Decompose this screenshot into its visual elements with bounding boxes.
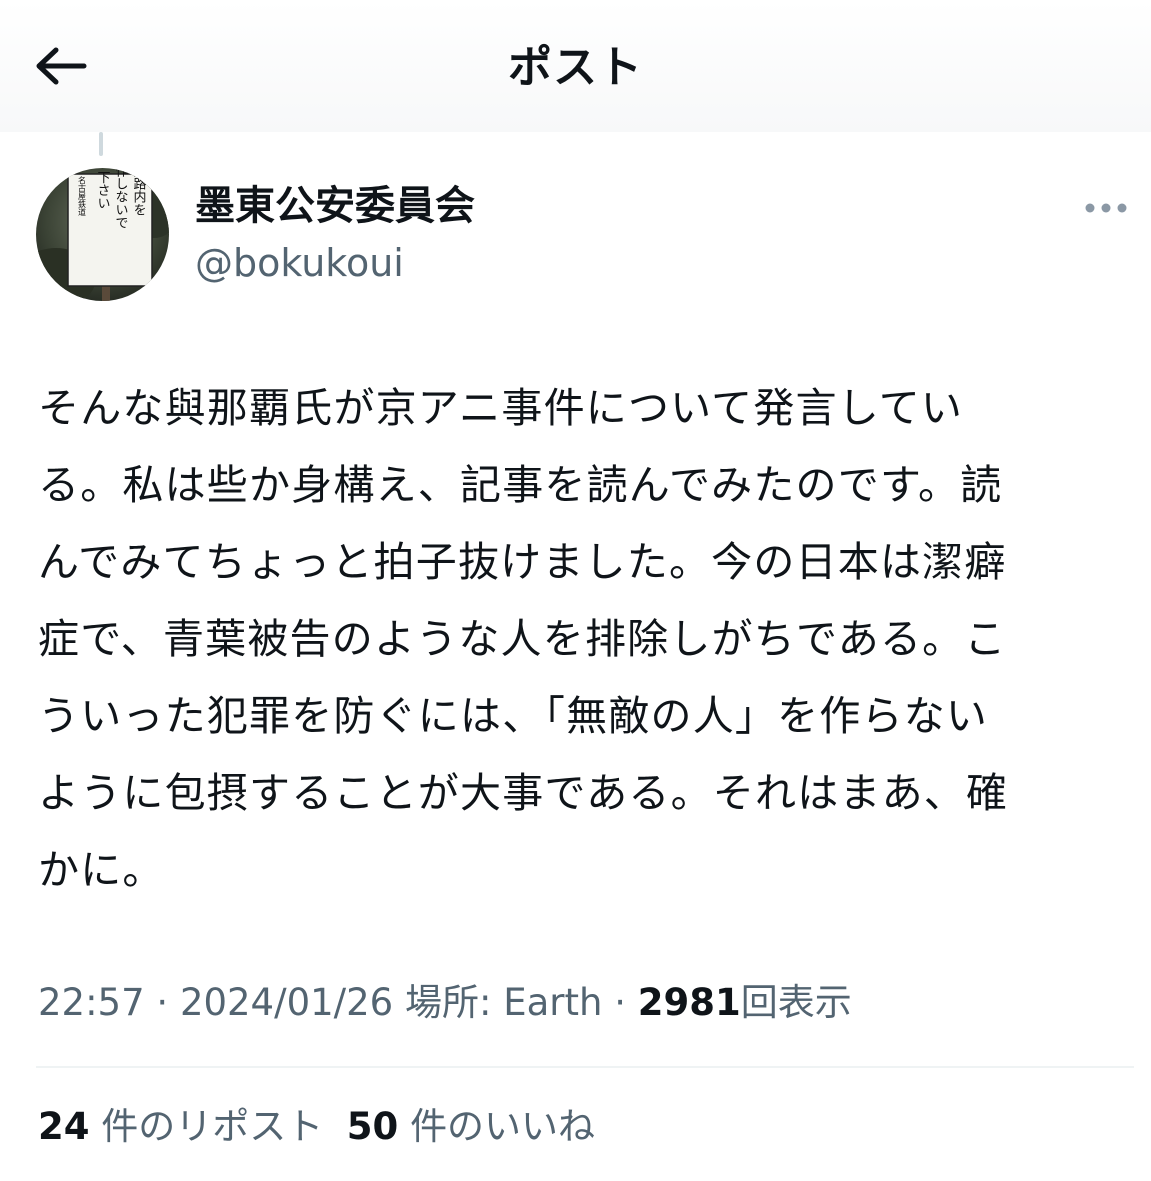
tweet-text-line: そんな與那覇氏が京アニ事件について発言してい <box>38 384 964 432</box>
tweet-time[interactable]: 22:57 <box>38 981 145 1024</box>
likes-count: 50 <box>346 1105 399 1148</box>
page-title: ポスト <box>508 42 643 93</box>
likes-label: 件のいいね <box>410 1105 596 1148</box>
reposts-count: 24 <box>38 1105 90 1148</box>
author-name[interactable]: 墨東公安委員会 <box>195 178 475 234</box>
tweet-text-line: ように包摂することが大事である。それはまあ、確 <box>38 769 1009 817</box>
more-options-button[interactable] <box>1078 188 1134 228</box>
avatar-sign-text-1: 線路内を <box>131 168 147 216</box>
views-label[interactable]: 回表示 <box>741 981 852 1024</box>
avatar-sign-footer: 名古屋鉄道 <box>78 175 87 217</box>
author-handle[interactable]: @bokukoui <box>195 236 404 290</box>
tweet-meta: 22:57 · 2024/01/26 場所: Earth · 2981回表示 <box>38 976 852 1030</box>
thread-connector-line <box>99 132 103 156</box>
avatar-sign-text-2: 耕作しないで <box>113 168 129 229</box>
tweet-date[interactable]: 2024/01/26 <box>180 981 393 1024</box>
reposts-stat[interactable]: 24 件のリポスト <box>38 1105 323 1148</box>
tweet-text: そんな與那覇氏が京アニ事件について発言してい る。私は些か身構え、記事を読んでみた… <box>38 370 1138 909</box>
top-bar: ポスト <box>0 0 1151 132</box>
meta-separator: · <box>156 981 169 1024</box>
tweet-text-line: ういった犯罪を防ぐには、「無敵の人」を作らない <box>38 692 989 740</box>
reposts-label: 件のリポスト <box>101 1105 324 1148</box>
avatar-sign-text-3: 下さい <box>95 171 111 210</box>
tweet-location: 場所: Earth <box>404 981 603 1024</box>
tweet-text-line: る。私は些か身構え、記事を読んでみたのです。読 <box>38 461 1003 509</box>
meta-separator: · <box>614 981 626 1024</box>
tweet-text-line: んでみてちょっと拍子抜けました。今の日本は潔癖 <box>38 538 1007 586</box>
likes-stat[interactable]: 50 件のいいね <box>347 1105 595 1148</box>
engagement-stats: 24 件のリポスト 50 件のいいね <box>38 1100 595 1154</box>
avatar[interactable]: 線路内を 耕作しないで 下さい 名古屋鉄道 <box>36 168 169 301</box>
divider <box>36 1066 1134 1068</box>
tweet-text-line: 症で、青葉被告のような人を排除しがちである。こ <box>38 615 1007 663</box>
tweet-text-line: かに。 <box>38 846 165 894</box>
views-count[interactable]: 2981 <box>638 981 741 1024</box>
more-horizontal-icon <box>1084 199 1128 218</box>
